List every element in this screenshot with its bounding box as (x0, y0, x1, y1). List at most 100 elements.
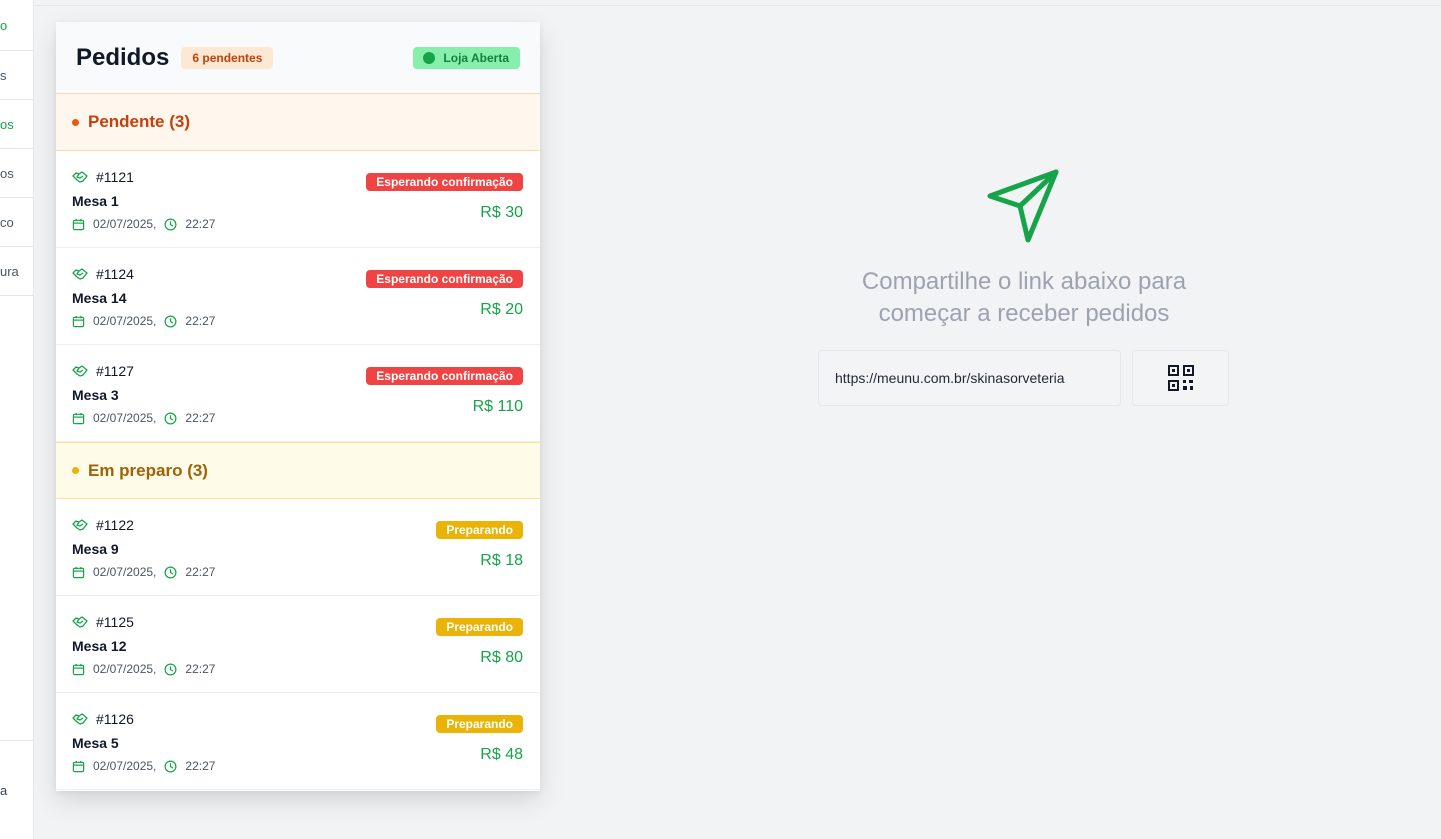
order-id: #1125 (96, 614, 134, 630)
order-date: 02/07/2025, (93, 411, 157, 425)
order-table: Mesa 9 (72, 541, 119, 557)
group-title: Pendente (3) (88, 112, 191, 131)
order-price: R$ 48 (480, 746, 523, 763)
sidebar-item-4[interactable]: co (0, 198, 33, 247)
order-status-badge: Esperando confirmação (366, 173, 523, 191)
clock-icon (164, 760, 177, 772)
send-icon (987, 169, 1059, 243)
order-table: Mesa 3 (72, 387, 119, 403)
order-status-badge: Preparando (436, 618, 523, 636)
calendar-icon (72, 566, 85, 578)
order-time: 22:27 (185, 759, 216, 773)
order-status-badge: Preparando (436, 521, 523, 539)
group-header-pending[interactable]: Pendente (3) (56, 94, 540, 151)
store-status-dot (423, 51, 436, 64)
sidebar-item-1[interactable]: s (0, 51, 33, 100)
order-date: 02/07/2025, (93, 759, 157, 773)
order-datetime: 02/07/2025, 22:27 (72, 314, 215, 328)
order-datetime: 02/07/2025, 22:27 (72, 662, 215, 676)
share-message: Compartilhe o link abaixo para começar a… (818, 266, 1230, 330)
top-bar (34, 0, 1441, 6)
sidebar: o s os os co ura (0, 0, 34, 839)
order-card[interactable]: #1126 Mesa 5 02/07/2025, 22:27 Preparando R$ … (56, 693, 540, 790)
order-time: 22:27 (185, 411, 216, 425)
sidebar-item-label: s (0, 67, 7, 83)
order-datetime: 02/07/2025, 22:27 (72, 759, 215, 773)
sidebar-item-3[interactable]: os (0, 149, 33, 198)
order-time: 22:27 (185, 662, 216, 676)
order-id: #1121 (96, 169, 134, 185)
orders-header: Pedidos 6 pendentes Loja Aberta (56, 22, 540, 94)
clock-icon (164, 218, 177, 230)
pending-count-badge: 6 pendentes (181, 46, 274, 69)
handshake-icon (72, 268, 88, 280)
clock-icon (164, 315, 177, 327)
calendar-icon (72, 218, 85, 230)
order-id: #1127 (96, 363, 134, 379)
order-date: 02/07/2025, (93, 565, 157, 579)
share-link-text: https://meunu.com.br/skinasorveteria (835, 370, 1065, 386)
clock-icon (164, 663, 177, 675)
order-card[interactable]: #1127 Mesa 3 02/07/2025, 22:27 Esperando con… (56, 345, 540, 442)
sidebar-item-label: os (0, 116, 14, 132)
order-id-row: #1126 (72, 711, 134, 727)
handshake-icon (72, 713, 88, 725)
share-link-field[interactable]: https://meunu.com.br/skinasorveteria (818, 350, 1121, 406)
order-card[interactable]: #1125 Mesa 12 02/07/2025, 22:27 Preparando R$… (56, 596, 540, 693)
store-status-label: Loja Aberta (443, 50, 509, 65)
share-message-line-2: começar a receber pedidos (878, 300, 1170, 327)
sidebar-bottom-item[interactable]: a (0, 740, 34, 839)
store-status-badge[interactable]: Loja Aberta (413, 46, 520, 69)
group-status-dot (72, 467, 79, 474)
calendar-icon (72, 760, 85, 772)
group-status-dot (72, 118, 79, 126)
clock-icon (164, 566, 177, 578)
handshake-icon (72, 171, 88, 183)
calendar-icon (72, 663, 85, 675)
order-card[interactable]: #1121 Mesa 1 02/07/2025, 22:27 Esperando con… (56, 151, 540, 248)
order-status-badge: Preparando (436, 715, 523, 733)
sidebar-item-5[interactable]: ura (0, 247, 33, 296)
order-card[interactable]: #1122 Mesa 9 02/07/2025, 22:27 Preparando R$ … (56, 499, 540, 596)
order-price: R$ 18 (480, 552, 523, 569)
order-date: 02/07/2025, (93, 662, 157, 676)
qr-code-button[interactable] (1132, 350, 1229, 406)
qr-code-icon (1167, 365, 1194, 391)
handshake-icon (72, 519, 88, 531)
page-title: Pedidos (76, 43, 170, 71)
calendar-icon (72, 412, 85, 424)
order-table: Mesa 14 (72, 290, 127, 306)
order-price: R$ 30 (480, 204, 523, 221)
order-id: #1122 (96, 517, 134, 533)
order-id: #1126 (96, 711, 134, 727)
order-price: R$ 110 (472, 398, 523, 415)
order-groups: Pendente (3) #1121 Mesa 1 02/07/2025, 22:27 E… (56, 94, 540, 790)
order-status-badge: Esperando confirmação (366, 270, 523, 288)
sidebar-item-0[interactable]: o (0, 0, 33, 51)
sidebar-item-2[interactable]: os (0, 100, 33, 149)
order-id-row: #1125 (72, 614, 134, 630)
order-id-row: #1127 (72, 363, 134, 379)
sidebar-item-label: o (0, 17, 8, 33)
order-datetime: 02/07/2025, 22:27 (72, 565, 215, 579)
order-status-badge: Esperando confirmação (366, 367, 523, 385)
order-id: #1124 (96, 266, 134, 282)
sidebar-bottom-label: a (0, 782, 8, 798)
sidebar-item-label: ura (0, 263, 19, 279)
order-card[interactable]: #1124 Mesa 14 02/07/2025, 22:27 Esperando co… (56, 248, 540, 345)
group-title: Em preparo (3) (88, 460, 208, 480)
order-id-row: #1124 (72, 266, 134, 282)
sidebar-item-label: os (0, 165, 14, 181)
order-price: R$ 80 (480, 649, 523, 666)
calendar-icon (72, 315, 85, 327)
order-time: 22:27 (185, 314, 216, 328)
order-date: 02/07/2025, (93, 217, 157, 231)
order-datetime: 02/07/2025, 22:27 (72, 411, 215, 425)
order-price: R$ 20 (480, 301, 523, 318)
order-id-row: #1121 (72, 169, 134, 185)
group-header-preparing[interactable]: Em preparo (3) (56, 442, 540, 499)
order-time: 22:27 (185, 565, 216, 579)
sidebar-item-label: co (0, 214, 14, 230)
share-message-line-1: Compartilhe o link abaixo para (861, 268, 1187, 295)
handshake-icon (72, 365, 88, 377)
